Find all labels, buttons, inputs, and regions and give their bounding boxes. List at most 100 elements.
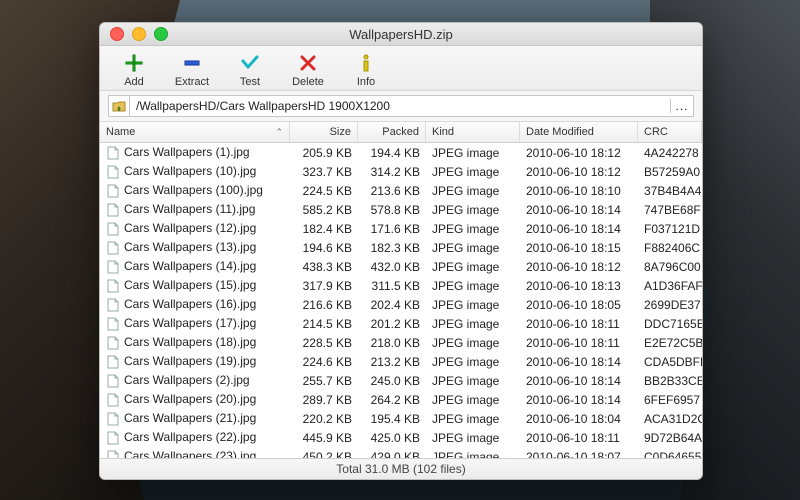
table-row[interactable]: Cars Wallpapers (12).jpg182.4 KB171.6 KB… bbox=[100, 219, 702, 238]
cell-crc: 9D72B64A bbox=[638, 431, 702, 445]
parent-folder-button[interactable] bbox=[109, 96, 130, 116]
cell-crc: F882406C bbox=[638, 241, 702, 255]
table-row[interactable]: Cars Wallpapers (11).jpg585.2 KB578.8 KB… bbox=[100, 200, 702, 219]
cell-crc: E2E72C5B bbox=[638, 336, 702, 350]
table-row[interactable]: Cars Wallpapers (15).jpg317.9 KB311.5 KB… bbox=[100, 276, 702, 295]
cell-packed: 314.2 KB bbox=[358, 165, 426, 179]
table-row[interactable]: Cars Wallpapers (21).jpg220.2 KB195.4 KB… bbox=[100, 409, 702, 428]
table-row[interactable]: Cars Wallpapers (17).jpg214.5 KB201.2 KB… bbox=[100, 314, 702, 333]
column-header-packed[interactable]: Packed bbox=[358, 122, 426, 142]
cell-date: 2010-06-10 18:14 bbox=[520, 374, 638, 388]
cell-size: 228.5 KB bbox=[290, 336, 358, 350]
table-row[interactable]: Cars Wallpapers (18).jpg 228.5 KB218.0 KB… bbox=[100, 333, 702, 352]
table-row[interactable]: Cars Wallpapers (1).jpg205.9 KB194.4 KBJ… bbox=[100, 143, 702, 162]
add-label: Add bbox=[124, 76, 144, 88]
table-row[interactable]: Cars Wallpapers (10).jpg323.7 KB314.2 KB… bbox=[100, 162, 702, 181]
cell-kind: JPEG image bbox=[426, 374, 520, 388]
file-name: Cars Wallpapers (23).jpg bbox=[124, 449, 256, 458]
table-row[interactable]: Cars Wallpapers (23).jpg450.2 KB429.0 KB… bbox=[100, 447, 702, 458]
add-button[interactable]: Add bbox=[112, 52, 156, 88]
cell-date: 2010-06-10 18:14 bbox=[520, 355, 638, 369]
zoom-button[interactable] bbox=[154, 27, 168, 41]
cell-size: 216.6 KB bbox=[290, 298, 358, 312]
table-row[interactable]: Cars Wallpapers (19).jpg224.6 KB213.2 KB… bbox=[100, 352, 702, 371]
cell-packed: 264.2 KB bbox=[358, 393, 426, 407]
cell-crc: 6FEF6957 bbox=[638, 393, 702, 407]
file-name: Cars Wallpapers (22).jpg bbox=[124, 430, 256, 444]
cell-date: 2010-06-10 18:13 bbox=[520, 279, 638, 293]
cell-crc: DDC7165E bbox=[638, 317, 702, 331]
cell-packed: 213.6 KB bbox=[358, 184, 426, 198]
cell-kind: JPEG image bbox=[426, 355, 520, 369]
file-name: Cars Wallpapers (20).jpg bbox=[124, 392, 256, 406]
file-name: Cars Wallpapers (16).jpg bbox=[124, 297, 256, 311]
column-header-name[interactable]: Name⌃ bbox=[100, 122, 290, 142]
cell-packed: 425.0 KB bbox=[358, 431, 426, 445]
cell-date: 2010-06-10 18:04 bbox=[520, 412, 638, 426]
file-name: Cars Wallpapers (10).jpg bbox=[124, 164, 256, 178]
cell-date: 2010-06-10 18:12 bbox=[520, 165, 638, 179]
cell-kind: JPEG image bbox=[426, 222, 520, 236]
file-name: Cars Wallpapers (13).jpg bbox=[124, 240, 256, 254]
cell-date: 2010-06-10 18:11 bbox=[520, 431, 638, 445]
cell-packed: 202.4 KB bbox=[358, 298, 426, 312]
info-label: Info bbox=[357, 76, 375, 88]
cell-crc: 37B4B4A4 bbox=[638, 184, 702, 198]
cell-crc: 8A796C00 bbox=[638, 260, 702, 274]
cell-crc: ACA31D2C bbox=[638, 412, 702, 426]
table-row[interactable]: Cars Wallpapers (16).jpg 216.6 KB202.4 KB… bbox=[100, 295, 702, 314]
cell-size: 317.9 KB bbox=[290, 279, 358, 293]
file-name: Cars Wallpapers (14).jpg bbox=[124, 259, 256, 273]
cell-date: 2010-06-10 18:12 bbox=[520, 146, 638, 160]
table-row[interactable]: Cars Wallpapers (13).jpg194.6 KB182.3 KB… bbox=[100, 238, 702, 257]
test-button[interactable]: Test bbox=[228, 52, 272, 88]
table-row[interactable]: Cars Wallpapers (100).jpg224.5 KB213.6 K… bbox=[100, 181, 702, 200]
column-header-size[interactable]: Size bbox=[290, 122, 358, 142]
cell-kind: JPEG image bbox=[426, 431, 520, 445]
cell-kind: JPEG image bbox=[426, 317, 520, 331]
cell-packed: 311.5 KB bbox=[358, 279, 426, 293]
minimize-button[interactable] bbox=[132, 27, 146, 41]
info-button[interactable]: Info bbox=[344, 52, 388, 88]
table-row[interactable]: Cars Wallpapers (20).jpg289.7 KB264.2 KB… bbox=[100, 390, 702, 409]
file-list[interactable]: Cars Wallpapers (1).jpg205.9 KB194.4 KBJ… bbox=[100, 143, 702, 458]
traffic-lights bbox=[100, 27, 168, 41]
file-name: Cars Wallpapers (21).jpg bbox=[124, 411, 256, 425]
cell-name: Cars Wallpapers (100).jpg bbox=[100, 183, 290, 198]
cell-size: 585.2 KB bbox=[290, 203, 358, 217]
titlebar[interactable]: WallpapersHD.zip bbox=[100, 23, 702, 46]
column-header-crc[interactable]: CRC bbox=[638, 122, 702, 142]
cell-size: 450.2 KB bbox=[290, 450, 358, 459]
app-window: WallpapersHD.zip Add Extract Test bbox=[99, 22, 703, 480]
cell-kind: JPEG image bbox=[426, 450, 520, 459]
plus-icon bbox=[123, 52, 145, 74]
table-row[interactable]: Cars Wallpapers (22).jpg 445.9 KB425.0 KB… bbox=[100, 428, 702, 447]
path-text[interactable]: /WallpapersHD/Cars WallpapersHD 1900X120… bbox=[130, 99, 670, 113]
file-name: Cars Wallpapers (1).jpg bbox=[124, 145, 250, 159]
file-name: Cars Wallpapers (18).jpg bbox=[124, 335, 256, 349]
path-overflow-button[interactable]: ... bbox=[670, 99, 693, 113]
delete-label: Delete bbox=[292, 76, 324, 88]
column-header-kind[interactable]: Kind bbox=[426, 122, 520, 142]
extract-label: Extract bbox=[175, 76, 209, 88]
cell-size: 220.2 KB bbox=[290, 412, 358, 426]
cell-size: 445.9 KB bbox=[290, 431, 358, 445]
cell-date: 2010-06-10 18:10 bbox=[520, 184, 638, 198]
cell-size: 182.4 KB bbox=[290, 222, 358, 236]
table-row[interactable]: Cars Wallpapers (2).jpg255.7 KB245.0 KBJ… bbox=[100, 371, 702, 390]
cell-kind: JPEG image bbox=[426, 165, 520, 179]
cell-kind: JPEG image bbox=[426, 146, 520, 160]
cell-packed: 194.4 KB bbox=[358, 146, 426, 160]
extract-button[interactable]: Extract bbox=[170, 52, 214, 88]
cell-kind: JPEG image bbox=[426, 279, 520, 293]
delete-button[interactable]: Delete bbox=[286, 52, 330, 88]
cell-packed: 578.8 KB bbox=[358, 203, 426, 217]
cell-kind: JPEG image bbox=[426, 241, 520, 255]
cell-packed: 218.0 KB bbox=[358, 336, 426, 350]
close-button[interactable] bbox=[110, 27, 124, 41]
window-title: WallpapersHD.zip bbox=[100, 27, 702, 42]
cell-kind: JPEG image bbox=[426, 203, 520, 217]
column-header-date[interactable]: Date Modified bbox=[520, 122, 638, 142]
table-row[interactable]: Cars Wallpapers (14).jpg438.3 KB432.0 KB… bbox=[100, 257, 702, 276]
column-header-row: Name⌃ Size Packed Kind Date Modified CRC bbox=[100, 121, 702, 143]
